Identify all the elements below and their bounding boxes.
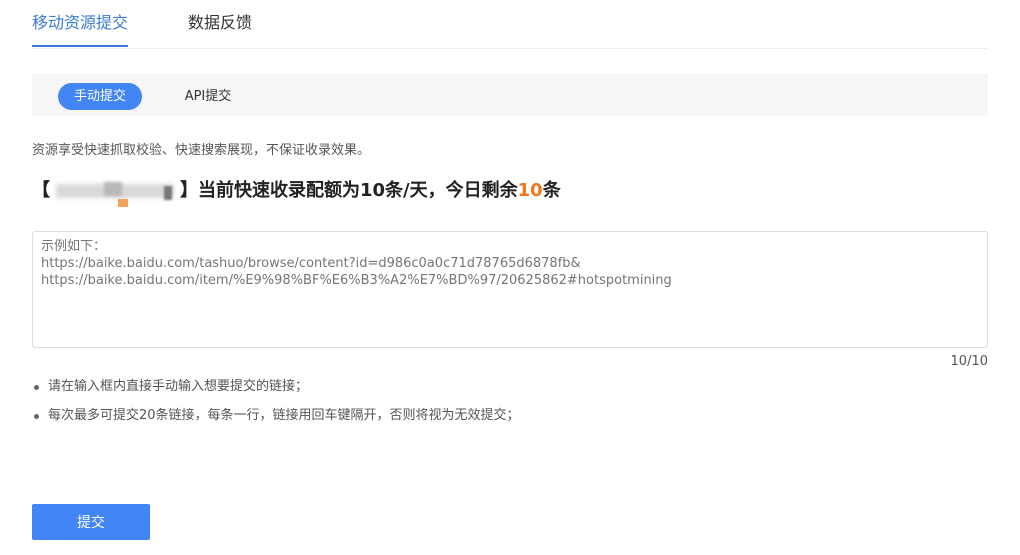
top-tab-bar: 移动资源提交 数据反馈 (32, 0, 988, 49)
rule-item: 每次最多可提交20条链接，每条一行，链接用回车键隔开，否则将视为无效提交； (32, 407, 520, 425)
tab-data-feedback[interactable]: 数据反馈 (188, 12, 252, 34)
close-bracket: 】 (180, 180, 198, 201)
remaining-count: 10 (517, 180, 543, 201)
manual-submit-tab[interactable]: 手动提交 (58, 83, 142, 110)
open-bracket: 【 (32, 180, 50, 201)
redacted-site-name (52, 180, 178, 207)
line-counter: 10/10 (950, 354, 988, 369)
remaining-unit: 条 (542, 180, 561, 201)
submit-mode-bar: 手动提交 API提交 (32, 74, 988, 116)
submission-rules: 请在输入框内直接手动输入想要提交的链接； 每次最多可提交20条链接，每条一行，链… (32, 378, 520, 436)
quota-text: 当前快速收录配额为10条/天，今日剩余 (198, 180, 518, 201)
api-submit-tab[interactable]: API提交 (170, 83, 246, 110)
description-text: 资源享受快速抓取校验、快速搜索展现，不保证收录效果。 (32, 143, 371, 158)
quota-headline: 【 】 当前快速收录配额为10条/天，今日剩余 10 条 (32, 178, 561, 207)
submit-button[interactable]: 提交 (32, 504, 150, 540)
url-input[interactable] (32, 231, 988, 348)
rule-item: 请在输入框内直接手动输入想要提交的链接； (32, 378, 520, 396)
tab-mobile-resource-submit[interactable]: 移动资源提交 (32, 12, 129, 47)
